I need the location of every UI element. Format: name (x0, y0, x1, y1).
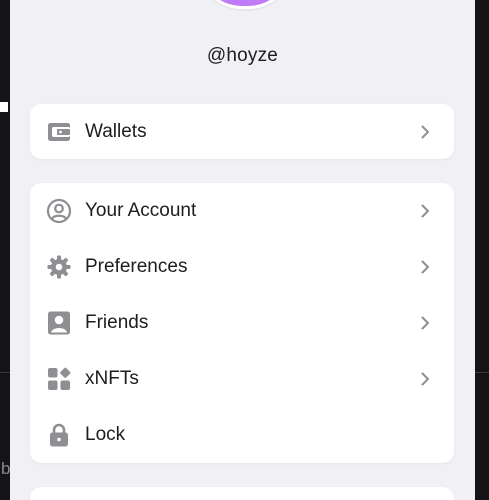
gear-icon (46, 254, 72, 280)
menu-item-label: Wallets (85, 120, 147, 142)
chevron-right-icon (418, 125, 432, 139)
backdrop-left (0, 0, 10, 500)
avatar-pixel (219, 0, 230, 6)
menu-item-lock[interactable]: Lock (30, 407, 454, 463)
settings-drawer: @hoyze Wallets Your Account Preferences … (10, 0, 475, 500)
backdrop-divider-right (475, 372, 489, 373)
menu-item-label: Preferences (85, 256, 188, 277)
backdrop-divider (0, 372, 10, 373)
wallets-card: Wallets (30, 104, 454, 159)
avatar-pixel (199, 0, 210, 6)
menu-item-your-account[interactable]: Your Account (30, 183, 454, 239)
friends-icon (46, 310, 72, 336)
avatar-pixel (280, 0, 291, 6)
menu-item-label: Lock (85, 424, 126, 445)
menu-item-friends[interactable]: Friends (30, 295, 454, 351)
settings-menu-card-next (30, 487, 454, 500)
chevron-right-icon (418, 316, 432, 330)
backdrop-marker (0, 102, 8, 112)
menu-item-label: Friends (85, 312, 149, 333)
avatar-pixel (209, 0, 220, 6)
avatar[interactable] (196, 0, 294, 9)
backdrop-right (475, 0, 489, 500)
menu-item-label: Your Account (85, 200, 197, 221)
menu-item-wallets[interactable]: Wallets (30, 104, 454, 159)
chevron-right-icon (418, 372, 432, 386)
menu-item-xnfts[interactable]: xNFTs (30, 351, 454, 407)
avatar-pixel (270, 0, 281, 6)
chevron-right-icon (418, 204, 432, 218)
menu-item-label: xNFTs (85, 368, 139, 389)
avatar-pixel (239, 0, 251, 6)
avatar-pixel-art (199, 0, 291, 6)
chevron-right-icon (418, 260, 432, 274)
menu-item-preferences[interactable]: Preferences (30, 239, 454, 295)
wallet-icon (46, 119, 72, 145)
username: @hoyze (206, 45, 279, 66)
lock-icon (46, 422, 72, 448)
settings-menu-card: Your Account Preferences Friends xNFTs L… (30, 183, 454, 463)
apps-icon (46, 366, 72, 392)
avatar-pixel (229, 0, 240, 6)
avatar-pixel (260, 0, 271, 6)
user-circle-icon (46, 198, 72, 224)
avatar-pixel (250, 0, 261, 6)
